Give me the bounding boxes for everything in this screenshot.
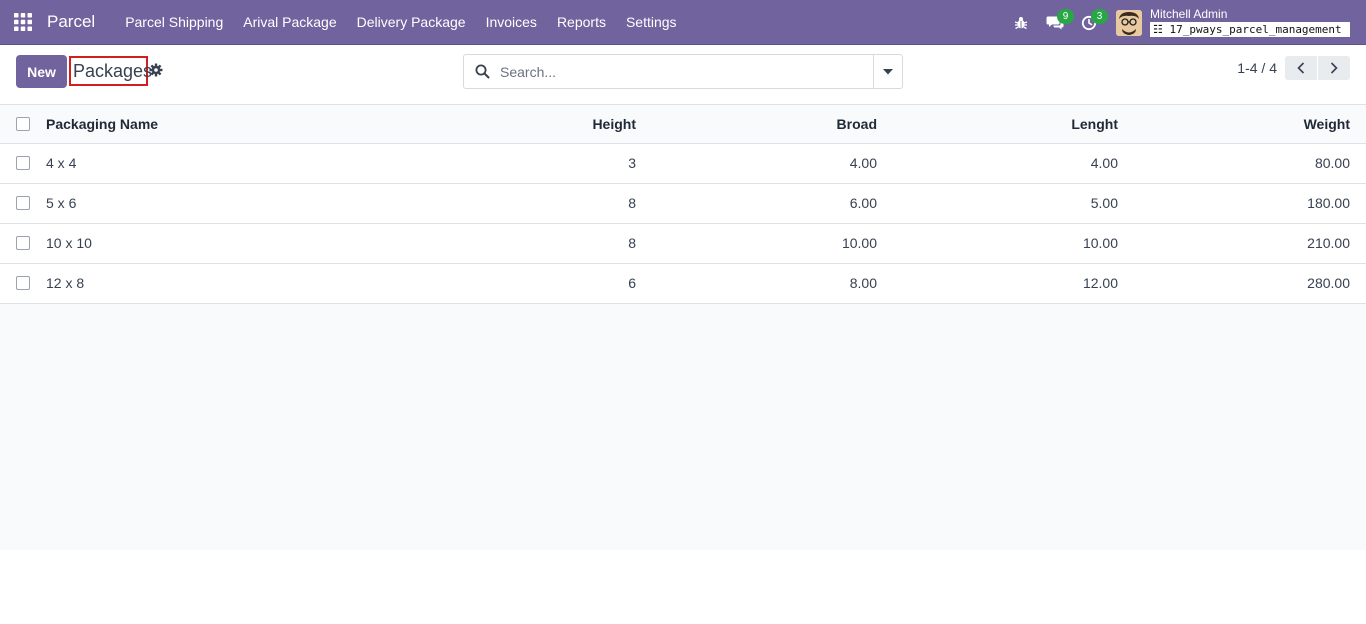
header-weight[interactable]: Weight	[1126, 105, 1366, 144]
row-select-cell	[0, 263, 46, 304]
top-navbar: Parcel Parcel Shipping Arival Package De…	[0, 0, 1366, 45]
user-avatar	[1116, 9, 1142, 36]
cell-height[interactable]: 8	[302, 223, 644, 264]
table-row[interactable]: 5 x 6 8 6.00 5.00 180.00	[0, 183, 1366, 224]
app-brand[interactable]: Parcel	[47, 12, 95, 32]
cell-weight[interactable]: 280.00	[1126, 263, 1366, 304]
row-checkbox[interactable]	[16, 236, 30, 250]
menu-arival-package[interactable]: Arival Package	[233, 0, 346, 45]
user-menu[interactable]: Mitchell Admin ☷ 17_pways_parcel_managem…	[1116, 8, 1350, 37]
cell-height[interactable]: 6	[302, 263, 644, 304]
control-panel: New Packages Search... 1-4 / 4	[0, 45, 1366, 105]
apps-menu-icon[interactable]	[0, 0, 46, 45]
cell-weight[interactable]: 180.00	[1126, 183, 1366, 224]
menu-reports[interactable]: Reports	[547, 0, 616, 45]
cell-broad[interactable]: 6.00	[644, 183, 885, 224]
header-length[interactable]: Lenght	[885, 105, 1126, 144]
pager-value[interactable]: 1-4 / 4	[1237, 60, 1277, 76]
activities-count-badge: 3	[1091, 9, 1108, 24]
table-row[interactable]: 12 x 8 6 8.00 12.00 280.00	[0, 263, 1366, 304]
cell-broad[interactable]: 8.00	[644, 263, 885, 304]
database-name: ☷ 17_pways_parcel_management	[1150, 22, 1350, 37]
gear-icon[interactable]	[149, 63, 163, 77]
new-button[interactable]: New	[16, 55, 67, 88]
menu-parcel-shipping[interactable]: Parcel Shipping	[115, 0, 233, 45]
table-row[interactable]: 4 x 4 3 4.00 4.00 80.00	[0, 143, 1366, 184]
menu-settings[interactable]: Settings	[616, 0, 687, 45]
pager-previous-button[interactable]	[1285, 56, 1317, 80]
main-menu: Parcel Shipping Arival Package Delivery …	[115, 0, 686, 45]
row-select-cell	[0, 143, 46, 184]
row-checkbox[interactable]	[16, 196, 30, 210]
select-all-checkbox[interactable]	[16, 116, 30, 131]
page-title: Packages	[69, 56, 152, 86]
table-row[interactable]: 10 x 10 8 10.00 10.00 210.00	[0, 223, 1366, 264]
cell-height[interactable]: 8	[302, 183, 644, 224]
packages-table: Packaging Name Height Broad Lenght Weigh…	[0, 105, 1366, 304]
caret-down-icon	[883, 68, 893, 74]
search-input[interactable]	[500, 56, 873, 87]
select-all-cell	[0, 105, 46, 144]
pager: 1-4 / 4	[1237, 56, 1350, 80]
table-header-row: Packaging Name Height Broad Lenght Weigh…	[0, 105, 1366, 144]
cell-packaging-name[interactable]: 10 x 10	[46, 223, 302, 264]
activity-clock-icon[interactable]: 3	[1072, 0, 1108, 45]
cell-packaging-name[interactable]: 4 x 4	[46, 143, 302, 184]
cell-height[interactable]: 3	[302, 143, 644, 184]
header-height[interactable]: Height	[302, 105, 644, 144]
row-select-cell	[0, 183, 46, 224]
debug-bug-icon[interactable]	[1004, 0, 1038, 45]
row-select-cell	[0, 223, 46, 264]
cell-length[interactable]: 4.00	[885, 143, 1126, 184]
menu-delivery-package[interactable]: Delivery Package	[347, 0, 476, 45]
user-name: Mitchell Admin	[1150, 7, 1228, 21]
cell-packaging-name[interactable]: 5 x 6	[46, 183, 302, 224]
cell-weight[interactable]: 210.00	[1126, 223, 1366, 264]
messages-chat-icon[interactable]: 9	[1038, 0, 1074, 45]
search-box	[463, 54, 903, 89]
menu-invoices[interactable]: Invoices	[476, 0, 547, 45]
search-icon	[464, 64, 500, 79]
app-window: Parcel Parcel Shipping Arival Package De…	[0, 0, 1366, 550]
cell-length[interactable]: 12.00	[885, 263, 1126, 304]
chevron-left-icon	[1297, 62, 1305, 74]
search-options-toggle[interactable]	[873, 55, 902, 88]
row-checkbox[interactable]	[16, 156, 30, 170]
chevron-right-icon	[1330, 62, 1338, 74]
cell-length[interactable]: 10.00	[885, 223, 1126, 264]
row-checkbox[interactable]	[16, 276, 30, 290]
header-packaging-name[interactable]: Packaging Name	[46, 105, 302, 144]
pager-next-button[interactable]	[1318, 56, 1350, 80]
cell-broad[interactable]: 10.00	[644, 223, 885, 264]
header-broad[interactable]: Broad	[644, 105, 885, 144]
cell-length[interactable]: 5.00	[885, 183, 1126, 224]
cell-broad[interactable]: 4.00	[644, 143, 885, 184]
systray: 9 3 Mitchell Admin ☷ 17_pways_parcel_man…	[1004, 0, 1366, 45]
cell-weight[interactable]: 80.00	[1126, 143, 1366, 184]
cell-packaging-name[interactable]: 12 x 8	[46, 263, 302, 304]
